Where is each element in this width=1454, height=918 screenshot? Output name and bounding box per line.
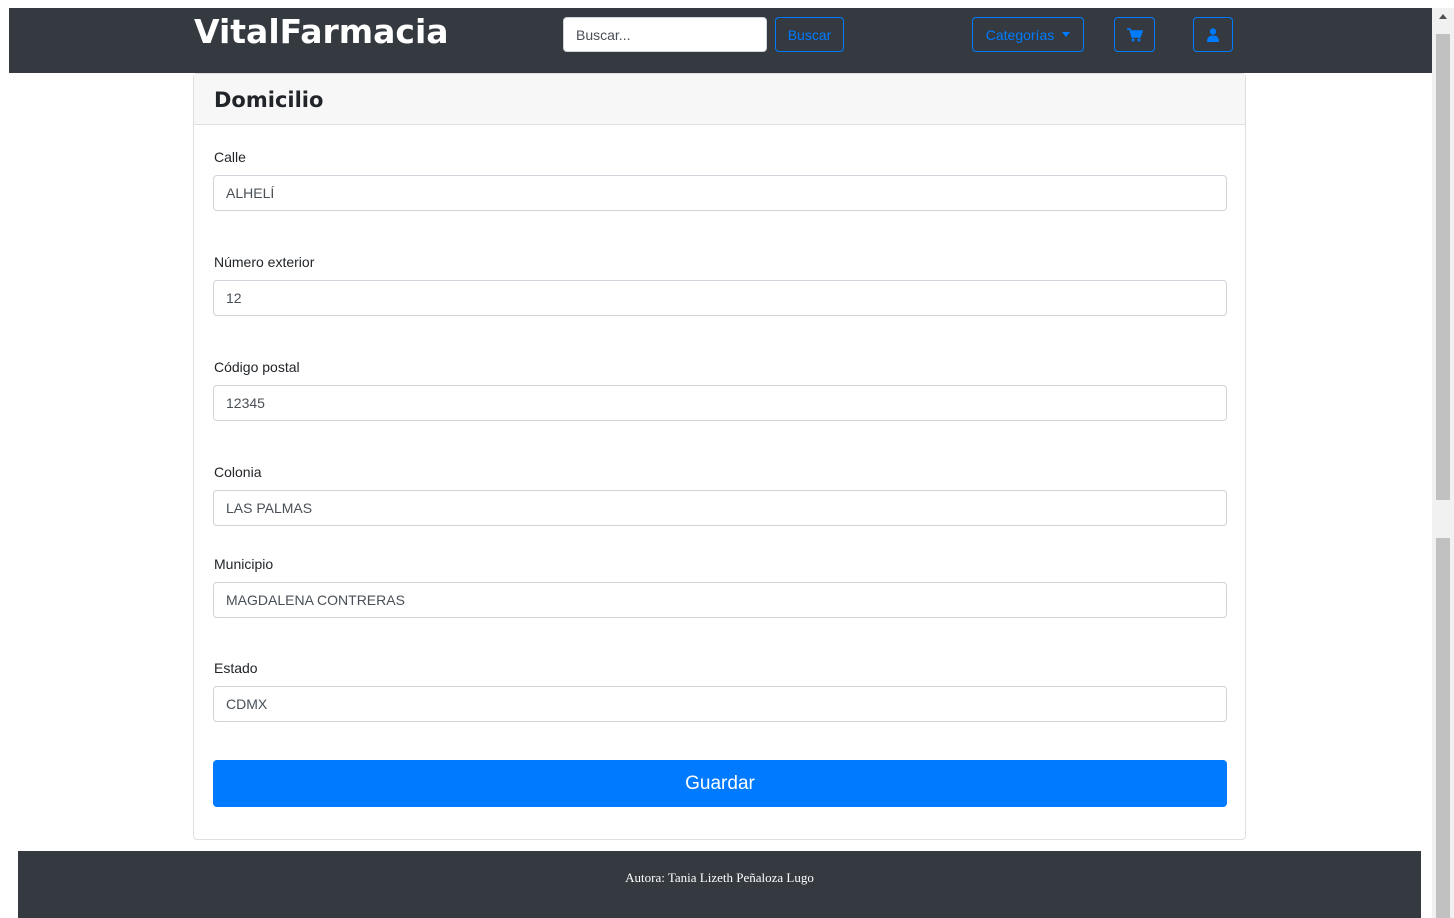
brand-logo[interactable]: VitalFarmacia — [194, 12, 449, 51]
footer-author-text: Autora: Tania Lizeth Peñaloza Lugo — [625, 870, 814, 885]
estado-input[interactable] — [213, 686, 1227, 722]
render-seam — [1247, 530, 1432, 538]
user-button[interactable] — [1193, 17, 1233, 52]
page-footer: Autora: Tania Lizeth Peñaloza Lugo — [18, 851, 1421, 918]
calle-label: Calle — [214, 149, 246, 165]
user-icon — [1207, 27, 1219, 42]
numero-exterior-label: Número exterior — [214, 254, 315, 270]
categories-dropdown-button[interactable]: Categorías — [972, 17, 1084, 52]
scroll-up-arrow-icon[interactable] — [1439, 14, 1447, 19]
cart-icon — [1126, 27, 1143, 41]
municipio-input[interactable] — [213, 582, 1227, 618]
codigo-postal-input[interactable] — [213, 385, 1227, 421]
scrollbar-thumb[interactable] — [1436, 34, 1450, 500]
categories-button-label: Categorías — [985, 26, 1055, 43]
top-navbar: VitalFarmacia Buscar Categorías — [9, 8, 1432, 73]
address-form-card: Domicilio Calle Número exterior Código p… — [193, 73, 1246, 840]
calle-input[interactable] — [213, 175, 1227, 211]
municipio-label: Municipio — [214, 556, 274, 572]
save-button[interactable]: Guardar — [213, 760, 1227, 807]
colonia-label: Colonia — [214, 464, 262, 480]
scrollbar-thumb-lower[interactable] — [1436, 538, 1450, 918]
search-button-label: Buscar — [787, 26, 832, 43]
caret-down-icon — [1062, 32, 1071, 37]
codigo-postal-label: Código postal — [214, 359, 300, 375]
numero-exterior-input[interactable] — [213, 280, 1227, 316]
form-title: Domicilio — [194, 74, 1245, 125]
page-scrollbar[interactable] — [1432, 8, 1454, 918]
search-button[interactable]: Buscar — [775, 17, 844, 52]
search-input[interactable] — [563, 17, 767, 52]
colonia-input[interactable] — [213, 490, 1227, 526]
cart-button[interactable] — [1114, 17, 1155, 52]
estado-label: Estado — [214, 660, 258, 676]
